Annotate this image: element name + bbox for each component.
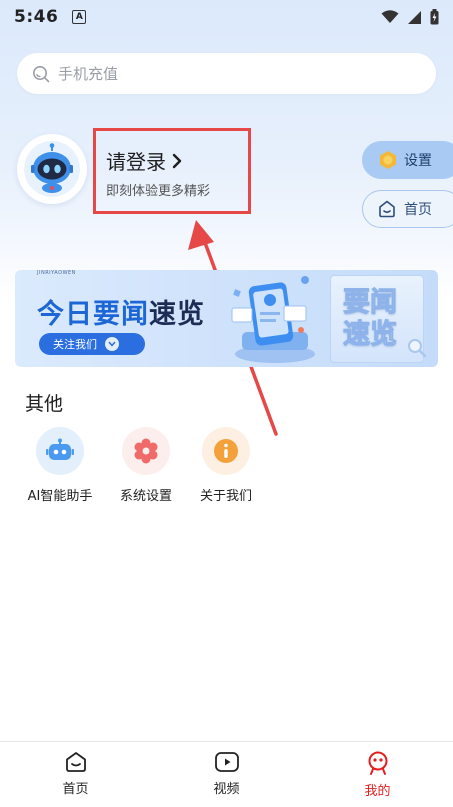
bottom-nav: 首页 视频 我的: [0, 741, 453, 807]
tool-about-us-circle: [202, 427, 250, 475]
tool-ai-assistant-label: AI智能助手: [27, 489, 93, 504]
nav-home-label: 首页: [62, 782, 89, 797]
gear-icon: [134, 438, 158, 464]
profile-icon: [368, 751, 387, 775]
banner-card: 要闻 速览: [330, 275, 427, 363]
magnifier-icon: [408, 339, 427, 358]
nav-home[interactable]: 首页: [0, 742, 151, 807]
other-section-title: 其他: [25, 393, 64, 415]
banner-brand: JINRIYAOWEN: [37, 270, 76, 276]
banner-card-text: 要闻 速览: [343, 287, 398, 351]
tool-about-us-label: 关于我们: [199, 489, 252, 504]
banner-card-line1: 要闻: [343, 287, 398, 319]
info-icon: [214, 439, 238, 463]
tool-system-settings[interactable]: 系统设置: [101, 427, 191, 504]
phone-illustration-icon: [231, 276, 315, 363]
nav-mine[interactable]: 我的: [302, 742, 453, 807]
video-icon: [214, 752, 239, 772]
banner-title-part1: 今日要闻: [37, 299, 149, 330]
tool-ai-assistant-circle: [36, 427, 84, 475]
chevron-down-icon: [105, 337, 119, 351]
robot-icon: [46, 438, 74, 460]
banner-title-part2: 速览: [149, 299, 205, 330]
banner-title: 今日要闻速览: [37, 292, 205, 331]
nav-video[interactable]: 视频: [151, 742, 302, 807]
tool-about-us[interactable]: 关于我们: [181, 427, 271, 504]
tool-system-settings-label: 系统设置: [119, 489, 172, 504]
annotation-arrow: [188, 220, 278, 436]
news-banner[interactable]: JINRIYAOWEN 今日要闻速览 关注我们 要闻 速览: [15, 270, 438, 367]
tool-system-settings-circle: [122, 427, 170, 475]
tool-ai-assistant[interactable]: AI智能助手: [15, 427, 105, 504]
home-icon: [65, 752, 86, 772]
banner-card-line2: 速览: [343, 319, 398, 351]
nav-video-label: 视频: [213, 782, 240, 797]
follow-us-label: 关注我们: [53, 338, 97, 351]
follow-us-button[interactable]: 关注我们: [39, 333, 145, 355]
nav-mine-label: 我的: [364, 784, 391, 799]
